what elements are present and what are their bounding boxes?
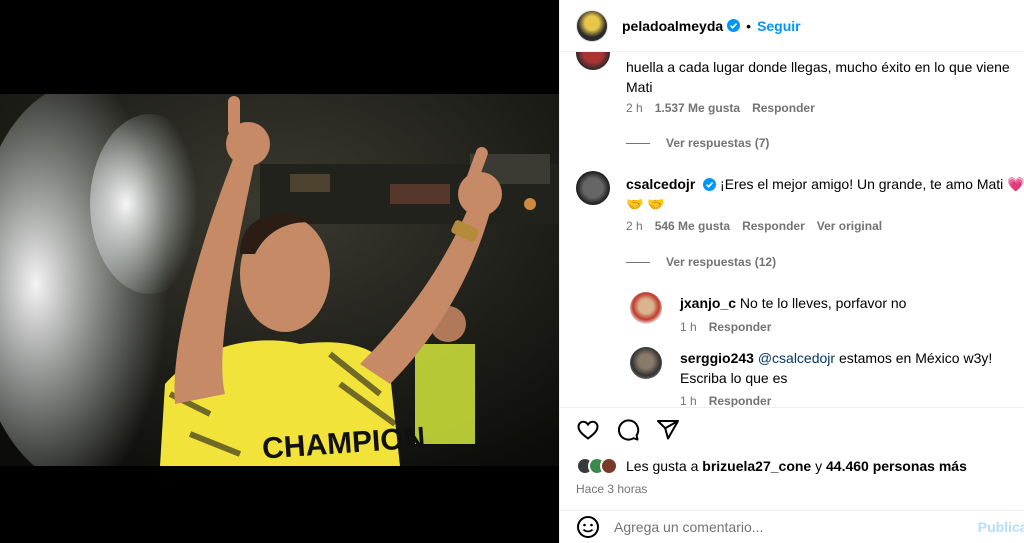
comment-avatar[interactable]	[576, 171, 610, 205]
reply-avatar[interactable]	[630, 292, 662, 324]
comments-list[interactable]: huella a cada lugar donde llegas, mucho …	[560, 52, 1024, 407]
reply-meta: 1 h Responder	[680, 320, 771, 334]
post-media[interactable]: CHAMPION	[0, 0, 559, 543]
share-icon[interactable]	[656, 418, 680, 442]
reply-text-continued: Escriba lo que es	[680, 370, 788, 386]
post-actions	[560, 407, 1024, 451]
view-replies-line	[626, 261, 650, 263]
heart-emoji: 💗	[1007, 176, 1024, 192]
heart-icon[interactable]	[576, 418, 600, 442]
comment-likes[interactable]: 546 Me gusta	[655, 219, 730, 233]
reply-username[interactable]: jxanjo_c	[680, 295, 736, 311]
reply-time: 1 h	[680, 320, 697, 334]
reply-time: 1 h	[680, 394, 697, 407]
emoji-icon[interactable]	[576, 515, 600, 539]
reply-meta: 1 h Responder	[680, 394, 771, 407]
reply-avatar[interactable]	[630, 347, 662, 379]
likes-summary[interactable]: Les gusta a brizuela27_cone y 44.460 per…	[576, 457, 967, 475]
verified-badge-icon	[727, 19, 741, 32]
comment-body: ¡Eres el mejor amigo! Un grande, te amo …	[720, 176, 1004, 192]
reply-button[interactable]: Responder	[742, 219, 805, 233]
comment-time: 2 h	[626, 101, 643, 115]
comment-text-continued: Mati	[626, 79, 653, 95]
likes-prefix: Les gusta a	[626, 458, 699, 474]
add-comment-bar: Agrega un comentario... Publicar	[560, 510, 1024, 543]
liker-avatars	[576, 457, 618, 475]
verified-badge-icon	[703, 178, 717, 191]
comment-meta: 2 h 1.537 Me gusta Responder	[626, 101, 815, 115]
likes-conjunction: y	[815, 458, 823, 474]
view-replies-button[interactable]: Ver respuestas (12)	[626, 255, 776, 269]
reply-username[interactable]: serggio243	[680, 350, 754, 366]
post-photo[interactable]: CHAMPION	[0, 94, 559, 466]
comment-icon[interactable]	[616, 418, 640, 442]
photo-illustration: CHAMPION	[0, 94, 559, 466]
reply-button[interactable]: Responder	[709, 394, 772, 407]
liker-username[interactable]: brizuela27_cone	[702, 458, 811, 474]
reply-text: jxanjo_c No te lo lleves, porfavor no	[680, 293, 906, 313]
view-replies-label: Ver respuestas (7)	[666, 136, 770, 150]
view-replies-button[interactable]: Ver respuestas (7)	[626, 136, 769, 150]
reply-body: No te lo lleves, porfavor no	[739, 295, 907, 311]
comment-input[interactable]: Agrega un comentario...	[614, 519, 763, 535]
likes-count[interactable]: 44.460 personas más	[826, 458, 967, 474]
post-timestamp: Hace 3 horas	[576, 482, 648, 496]
reply-text: serggio243 @csalcedojr estamos en México…	[680, 348, 992, 368]
comment-text: csalcedojr ¡Eres el mejor amigo! Un gran…	[626, 174, 1024, 194]
comment-meta: 2 h 546 Me gusta Responder Ver original	[626, 219, 882, 233]
comment-username[interactable]: csalcedojr	[626, 176, 695, 192]
reply-body: estamos en México w3y!	[838, 350, 993, 366]
view-replies-label: Ver respuestas (12)	[666, 255, 777, 269]
author-avatar[interactable]	[576, 9, 608, 42]
publish-button[interactable]: Publicar	[978, 519, 1024, 535]
view-replies-line	[626, 142, 650, 144]
follow-button[interactable]: Seguir	[757, 18, 801, 34]
reply-button[interactable]: Responder	[709, 320, 772, 334]
hands-emoji: 🤝 🤝	[626, 196, 665, 212]
comment-time: 2 h	[626, 219, 643, 233]
author-username[interactable]: peladoalmeyda	[622, 18, 723, 34]
post-header: peladoalmeyda • Seguir	[560, 0, 1024, 52]
comment-avatar[interactable]	[576, 52, 610, 70]
comment-text: huella a cada lugar donde llegas, mucho …	[626, 59, 1010, 75]
separator-dot: •	[746, 17, 752, 34]
comment-likes[interactable]: 1.537 Me gusta	[655, 101, 740, 115]
liker-avatar	[600, 457, 618, 475]
reply-button[interactable]: Responder	[752, 101, 815, 115]
post-details-panel: peladoalmeyda • Seguir huella a cada lug…	[559, 0, 1024, 543]
see-original-button[interactable]: Ver original	[817, 219, 882, 233]
reply-mention[interactable]: @csalcedojr	[758, 350, 835, 366]
